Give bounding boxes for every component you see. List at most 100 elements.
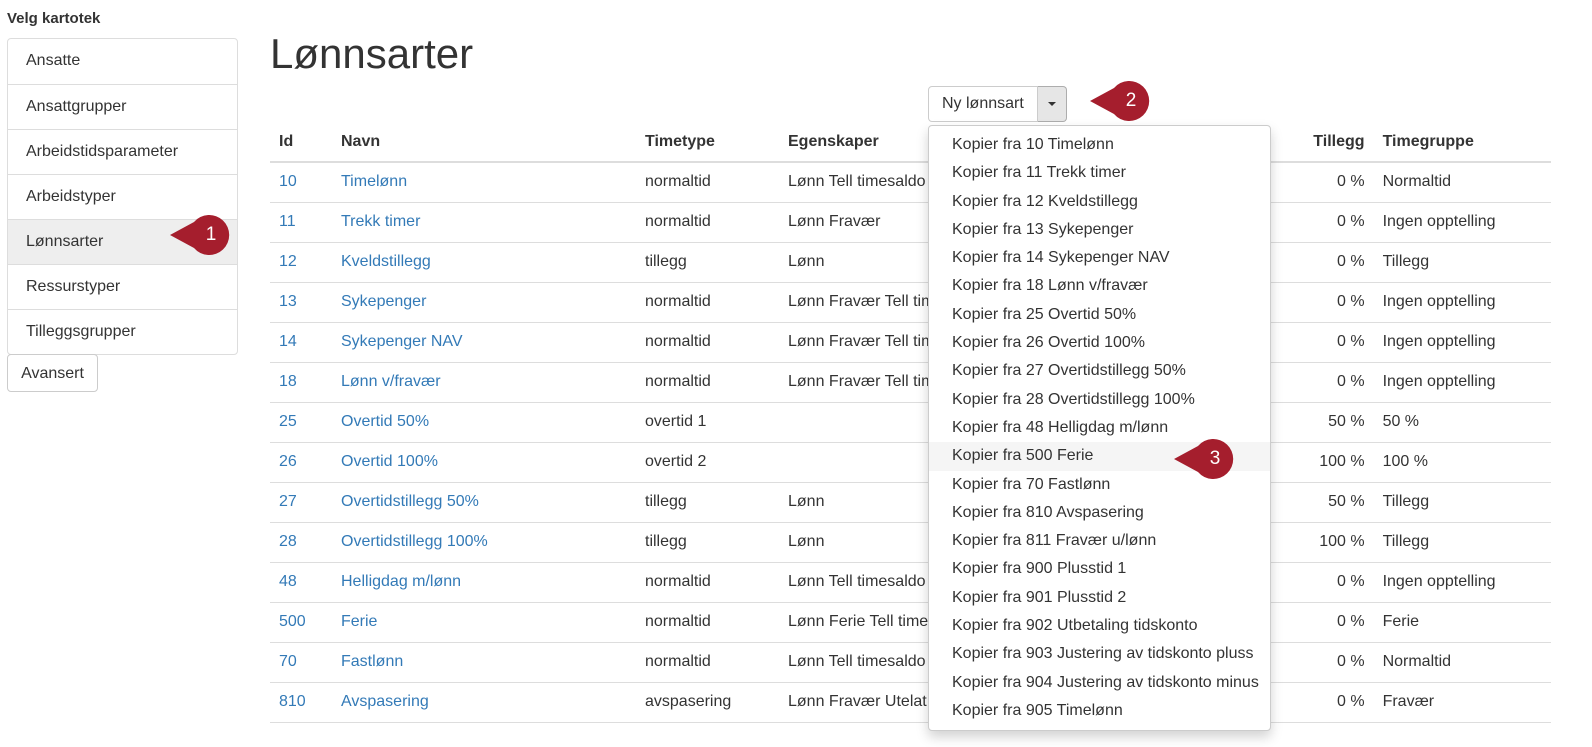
dropdown-item[interactable]: Kopier fra 904 Justering av tidskonto mi… [929, 669, 1270, 697]
sidebar-item-arbeidstidsparameter[interactable]: Arbeidstidsparameter [8, 129, 237, 174]
cell-egenskaper: Lønn [779, 242, 951, 283]
cell-navn[interactable]: Overtid 50% [332, 402, 636, 443]
cell-navn[interactable]: Sykepenger NAV [332, 322, 636, 363]
cell-tillegg: 100 % [1299, 522, 1374, 563]
cell-timegruppe: 50 % [1373, 402, 1551, 443]
advanced-button[interactable]: Avansert [7, 354, 98, 392]
cell-timegruppe: Ingen opptelling [1373, 322, 1551, 363]
dropdown-item[interactable]: Kopier fra 811 Fravær u/lønn [929, 527, 1270, 555]
dropdown-item[interactable]: Kopier fra 25 Overtid 50% [929, 301, 1270, 329]
cell-tillegg: 0 % [1299, 682, 1374, 723]
cell-egenskaper: Lønn [779, 522, 951, 563]
dropdown-item[interactable]: Kopier fra 28 Overtidstillegg 100% [929, 386, 1270, 414]
cell-id[interactable]: 70 [270, 642, 332, 683]
cell-id[interactable]: 48 [270, 562, 332, 603]
dropdown-item[interactable]: Kopier fra 27 Overtidstillegg 50% [929, 357, 1270, 385]
dropdown-item[interactable]: Kopier fra 903 Justering av tidskonto pl… [929, 640, 1270, 668]
cell-id[interactable]: 12 [270, 242, 332, 283]
cell-timetype: tillegg [636, 242, 779, 283]
cell-navn[interactable]: Sykepenger [332, 282, 636, 323]
cell-timegruppe: Ferie [1373, 602, 1551, 643]
cell-egenskaper [779, 402, 951, 443]
dropdown-item[interactable]: Kopier fra 900 Plusstid 1 [929, 555, 1270, 583]
cell-id[interactable]: 10 [270, 162, 332, 203]
cell-navn[interactable]: Trekk timer [332, 202, 636, 243]
sidebar-item-ansatte[interactable]: Ansatte [8, 39, 237, 84]
cell-id[interactable]: 28 [270, 522, 332, 563]
cell-id[interactable]: 13 [270, 282, 332, 323]
cell-navn[interactable]: Avspasering [332, 682, 636, 723]
dropdown-item[interactable]: Kopier fra 18 Lønn v/fravær [929, 272, 1270, 300]
cell-tillegg: 50 % [1299, 482, 1374, 523]
cell-timegruppe: 100 % [1373, 442, 1551, 483]
cell-timegruppe: Tillegg [1373, 482, 1551, 523]
cell-navn[interactable]: Overtidstillegg 100% [332, 522, 636, 563]
dropdown-toggle-button[interactable] [1037, 86, 1067, 122]
cell-timegruppe: Fravær [1373, 682, 1551, 723]
cell-timetype: normaltid [636, 642, 779, 683]
table-header-row: Id Navn Timetype Egenskaper Tillegg Time… [270, 122, 1551, 163]
cell-timegruppe: Ingen opptelling [1373, 562, 1551, 603]
header-timegruppe[interactable]: Timegruppe [1373, 122, 1551, 163]
cell-tillegg: 0 % [1299, 362, 1374, 403]
sidebar-title: Velg kartotek [7, 10, 101, 27]
callout-3: 3 [1174, 439, 1234, 479]
cell-id[interactable]: 27 [270, 482, 332, 523]
cell-tillegg: 0 % [1299, 602, 1374, 643]
cell-tillegg: 50 % [1299, 402, 1374, 443]
dropdown-item[interactable]: Kopier fra 10 Timelønn [929, 131, 1270, 159]
cell-timetype: normaltid [636, 602, 779, 643]
dropdown-item[interactable]: Kopier fra 26 Overtid 100% [929, 329, 1270, 357]
callout-1: 1 [170, 215, 230, 255]
header-navn[interactable]: Navn [332, 122, 636, 163]
cell-id[interactable]: 25 [270, 402, 332, 443]
callout-2-number: 2 [1125, 90, 1137, 111]
cell-egenskaper: Lønn Tell timesaldo [779, 562, 951, 603]
cell-tillegg: 0 % [1299, 242, 1374, 283]
cell-navn[interactable]: Overtidstillegg 50% [332, 482, 636, 523]
sidebar-item-ansattgrupper[interactable]: Ansattgrupper [8, 84, 237, 129]
cell-navn[interactable]: Fastlønn [332, 642, 636, 683]
cell-timetype: tillegg [636, 522, 779, 563]
header-id[interactable]: Id [270, 122, 332, 163]
cell-timetype: overtid 2 [636, 442, 779, 483]
dropdown-item[interactable]: Kopier fra 905 Timelønn [929, 697, 1270, 725]
cell-timetype: normaltid [636, 562, 779, 603]
header-egenskaper[interactable]: Egenskaper [779, 122, 951, 163]
dropdown-item[interactable]: Kopier fra 11 Trekk timer [929, 159, 1270, 187]
cell-id[interactable]: 810 [270, 682, 332, 723]
dropdown-item[interactable]: Kopier fra 902 Utbetaling tidskonto [929, 612, 1270, 640]
dropdown-item[interactable]: Kopier fra 810 Avspasering [929, 499, 1270, 527]
cell-timegruppe: Normaltid [1373, 162, 1551, 203]
sidebar-item-ressurstyper[interactable]: Ressurstyper [8, 264, 237, 309]
cell-id[interactable]: 500 [270, 602, 332, 643]
header-timetype[interactable]: Timetype [636, 122, 779, 163]
table-row: 12 Kveldstillegg tillegg Lønn 0 % Tillegg [270, 242, 1551, 283]
cell-navn[interactable]: Lønn v/fravær [332, 362, 636, 403]
cell-id[interactable]: 26 [270, 442, 332, 483]
cell-tillegg: 0 % [1299, 202, 1374, 243]
dropdown-item[interactable]: Kopier fra 12 Kveldstillegg [929, 188, 1270, 216]
cell-id[interactable]: 18 [270, 362, 332, 403]
cell-egenskaper: Lønn Fravær Tell tim [779, 362, 951, 403]
cell-id[interactable]: 11 [270, 202, 332, 243]
table-row: 18 Lønn v/fravær normaltid Lønn Fravær Tell… [270, 362, 1551, 403]
dropdown-item[interactable]: Kopier fra 13 Sykepenger [929, 216, 1270, 244]
cell-navn[interactable]: Overtid 100% [332, 442, 636, 483]
table-row: 48 Helligdag m/lønn normaltid Lønn Tell tim… [270, 562, 1551, 603]
new-wage-type-button[interactable]: Ny lønnsart [928, 86, 1038, 122]
cell-tillegg: 100 % [1299, 442, 1374, 483]
header-tillegg[interactable]: Tillegg [1299, 122, 1374, 163]
sidebar-item-tilleggsgrupper[interactable]: Tilleggsgrupper [8, 309, 237, 354]
sidebar-item-arbeidstyper[interactable]: Arbeidstyper [8, 174, 237, 219]
cell-id[interactable]: 14 [270, 322, 332, 363]
cell-navn[interactable]: Timelønn [332, 162, 636, 203]
table-row: 10 Timelønn normaltid Lønn Tell timesaldo 0 … [270, 162, 1551, 203]
cell-navn[interactable]: Helligdag m/lønn [332, 562, 636, 603]
cell-navn[interactable]: Ferie [332, 602, 636, 643]
cell-egenskaper: Lønn [779, 482, 951, 523]
dropdown-item[interactable]: Kopier fra 901 Plusstid 2 [929, 584, 1270, 612]
dropdown-item[interactable]: Kopier fra 14 Sykepenger NAV [929, 244, 1270, 272]
cell-navn[interactable]: Kveldstillegg [332, 242, 636, 283]
cell-timetype: normaltid [636, 282, 779, 323]
